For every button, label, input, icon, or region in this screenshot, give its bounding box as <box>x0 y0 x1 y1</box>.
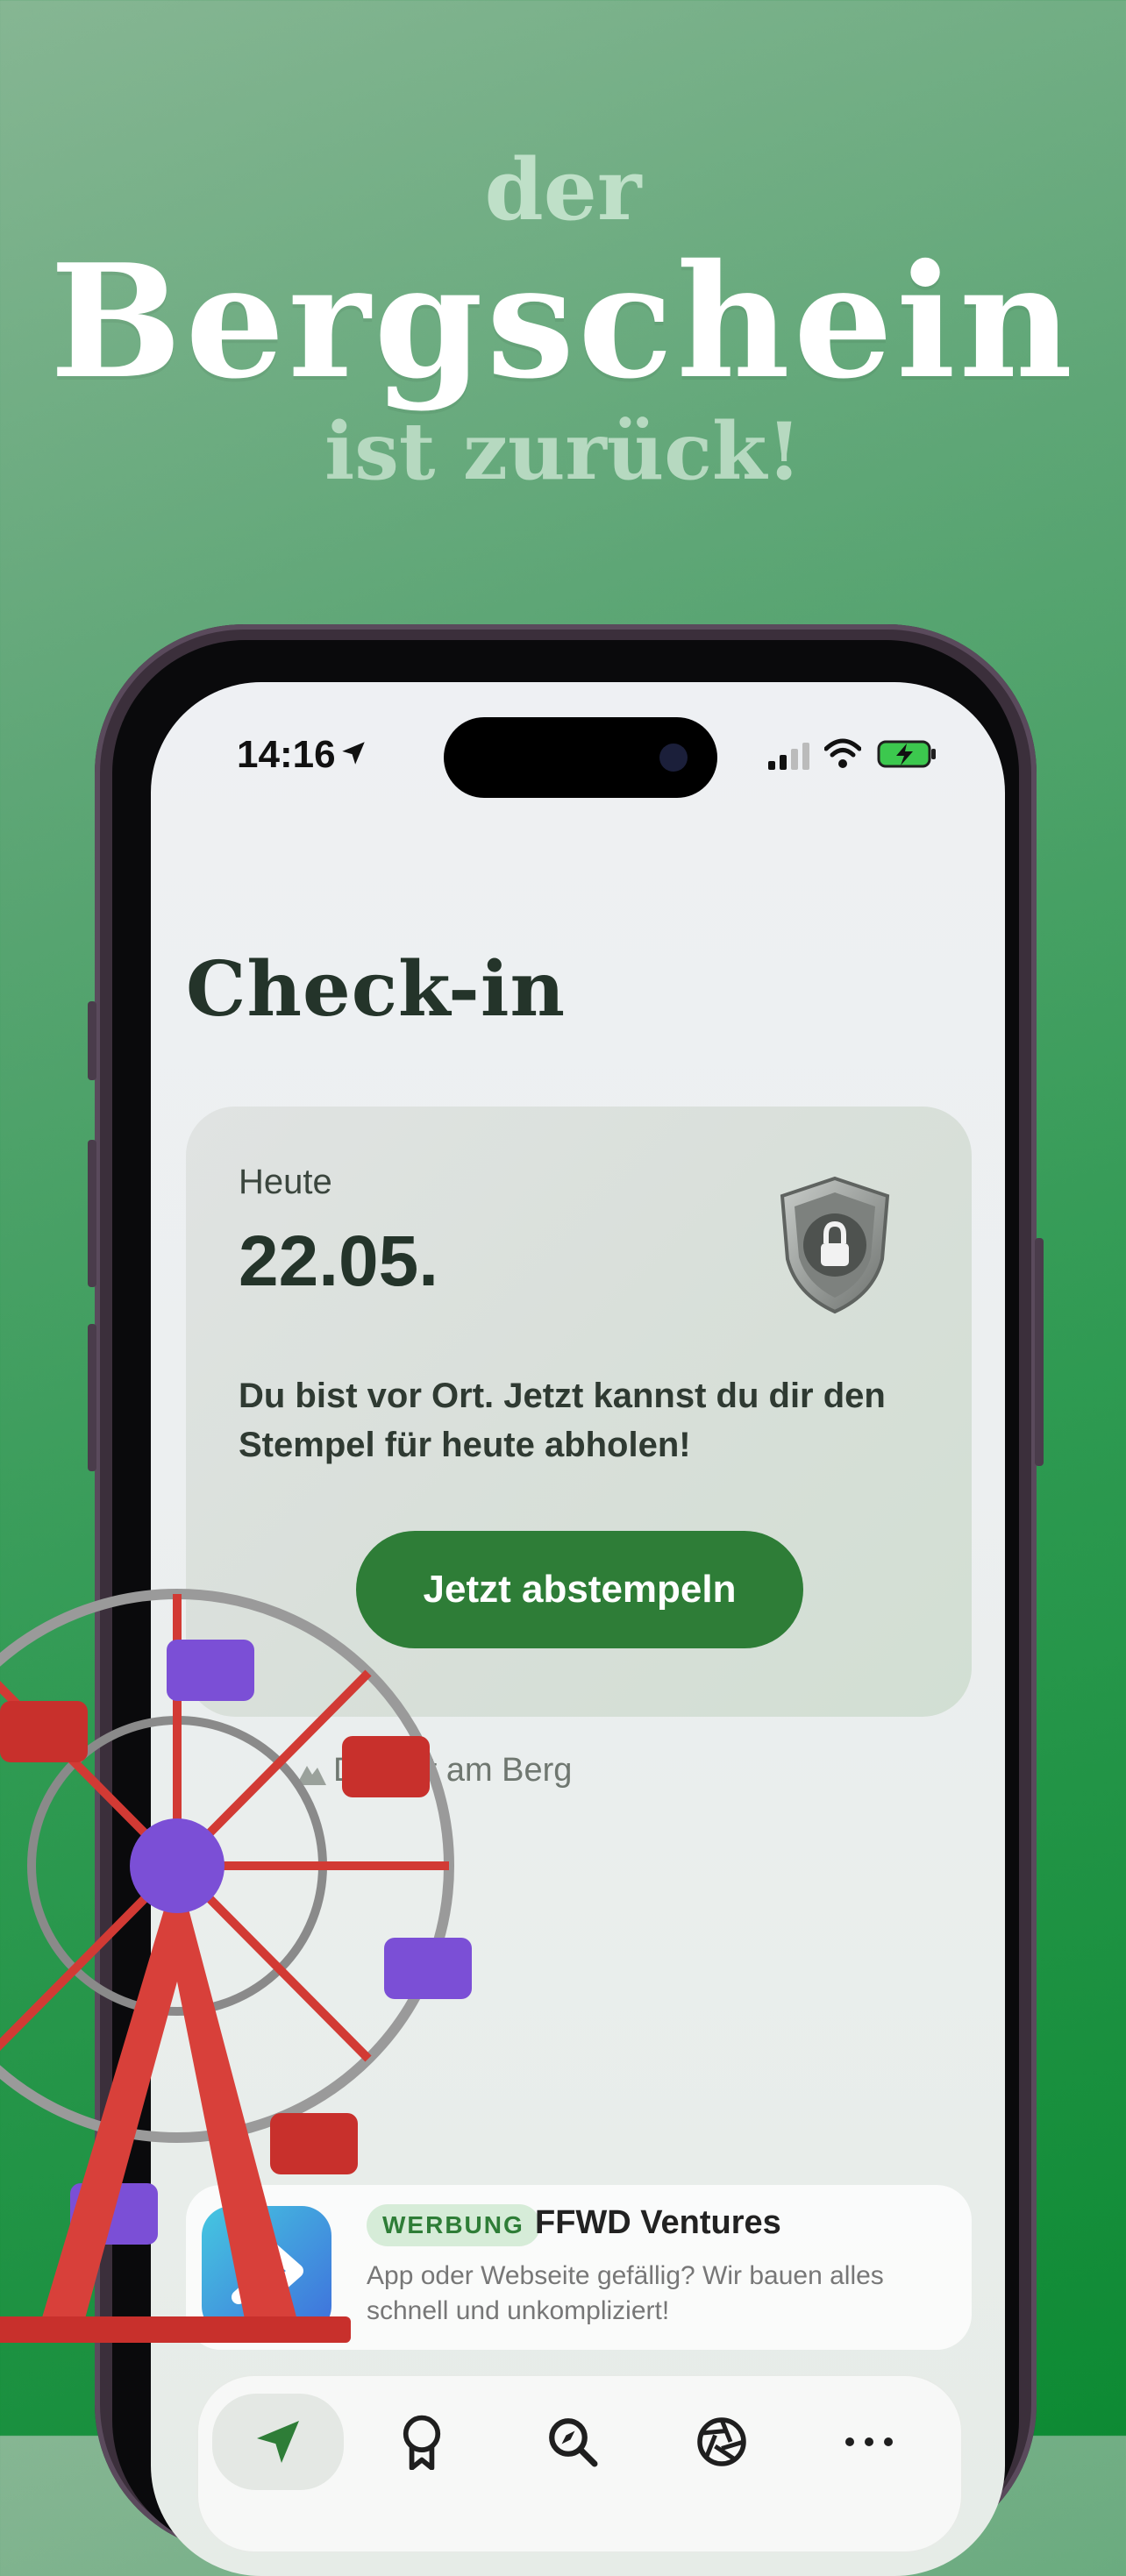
wifi-icon <box>824 738 861 768</box>
cellular-signal-icon <box>768 743 809 770</box>
status-time: 14:16 <box>237 733 336 776</box>
more-dots-icon <box>845 2437 893 2446</box>
tab-checkin[interactable] <box>212 2394 344 2490</box>
tab-awards[interactable] <box>356 2394 488 2490</box>
front-camera <box>659 744 688 772</box>
explore-magnifier-icon <box>549 2418 598 2467</box>
aperture-icon <box>697 2417 746 2466</box>
hero-header: der Bergschein ist zurück! <box>0 0 1126 526</box>
dynamic-island <box>444 717 717 798</box>
today-label: Heute <box>239 1163 332 1201</box>
award-ribbon-icon <box>403 2415 441 2470</box>
location-arrow-icon <box>257 2421 299 2463</box>
checkin-message: Du bist vor Ort. Jetzt kannst du dir den… <box>239 1377 886 1464</box>
tab-photos[interactable] <box>656 2394 787 2490</box>
today-date: 22.05. <box>239 1221 438 1301</box>
phone-mute-switch <box>88 1001 96 1080</box>
tab-bar <box>198 2376 961 2551</box>
phone-volume-up <box>88 1140 96 1287</box>
page-title: Check-in <box>186 945 567 1034</box>
hero-subtitle: ist zurück! <box>324 405 802 498</box>
ferris-wheel-illustration <box>0 1589 472 2343</box>
tab-explore[interactable] <box>507 2394 638 2490</box>
ferris-wheel-hub <box>130 1818 224 1913</box>
hero-line-der: der <box>484 140 642 239</box>
hero-title: Bergschein <box>49 230 1077 413</box>
phone-volume-down <box>88 1324 96 1471</box>
location-arrow-icon <box>342 742 365 765</box>
ferris-wheel-stand <box>35 1866 298 2341</box>
ferris-wheel-base <box>0 2316 351 2343</box>
locked-shield-badge-icon <box>780 1176 890 1314</box>
phone-power-button <box>1035 1238 1044 1466</box>
ad-company-name: FFWD Ventures <box>535 2204 781 2241</box>
battery-charging-icon <box>877 740 936 768</box>
tab-more[interactable] <box>803 2394 935 2490</box>
